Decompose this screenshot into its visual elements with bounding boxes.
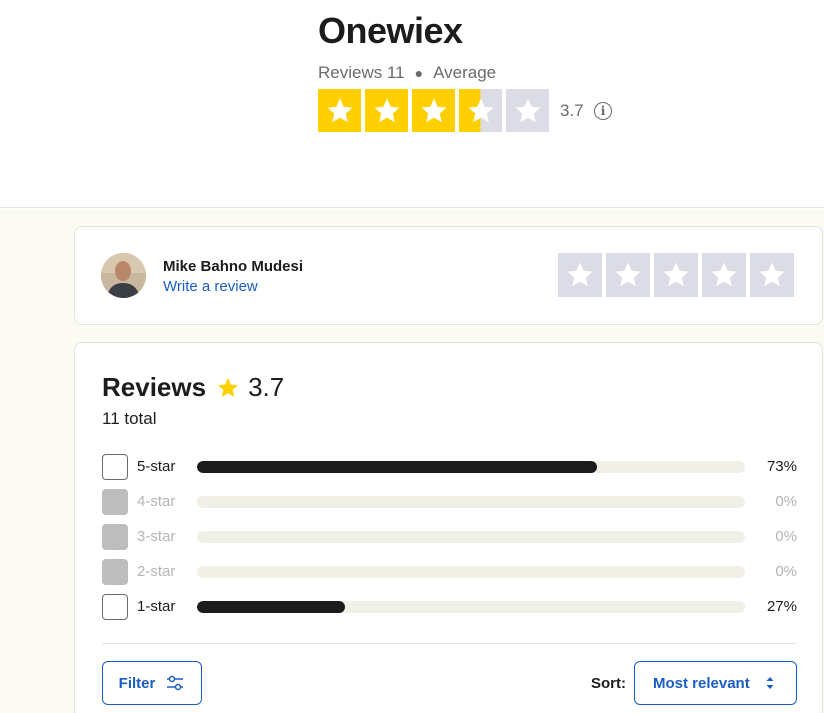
rating-label: 2-star — [137, 563, 176, 580]
rating-percent: 0% — [775, 563, 797, 580]
rating-label: 1-star — [137, 598, 176, 615]
rating-checkbox — [102, 559, 128, 585]
rating-row: 4-star 0% — [102, 489, 797, 515]
rating-bar-track — [197, 566, 745, 578]
sort-label: Sort: — [591, 675, 626, 692]
rating-row: 3-star 0% — [102, 524, 797, 550]
rate-star-2[interactable] — [606, 253, 650, 297]
review-summary: Reviews 11 ● Average — [318, 63, 496, 83]
rating-row[interactable]: 5-star 73% — [102, 454, 797, 480]
rating-percent: 27% — [766, 598, 797, 615]
reviews-title: Reviews — [102, 372, 207, 402]
rating-row[interactable]: 1-star 27% — [102, 594, 797, 620]
rating-input-stars[interactable] — [558, 253, 794, 297]
trust-star-2 — [365, 89, 408, 132]
avatar — [101, 253, 146, 298]
trust-star-1 — [318, 89, 361, 132]
star-icon — [567, 262, 593, 287]
rating-checkbox — [102, 489, 128, 515]
star-icon — [759, 262, 785, 287]
reviews-total: 11 total — [102, 409, 157, 428]
star-icon — [327, 98, 352, 122]
sort-arrows-icon — [766, 676, 774, 690]
trust-score-stars — [318, 89, 549, 132]
star-icon — [711, 262, 737, 287]
rate-star-1[interactable] — [558, 253, 602, 297]
rating-checkbox[interactable] — [102, 594, 128, 620]
write-review-card: Mike Bahno Mudesi Write a review — [74, 226, 823, 325]
trust-star-3 — [412, 89, 455, 132]
sliders-icon — [167, 675, 184, 691]
review-count[interactable]: Reviews 11 — [318, 63, 405, 83]
star-icon — [663, 262, 689, 287]
rate-star-5[interactable] — [750, 253, 794, 297]
star-icon — [218, 377, 239, 397]
write-review-link[interactable]: Write a review — [163, 278, 258, 295]
rating-percent: 0% — [775, 528, 797, 545]
rating-word: Average — [433, 63, 497, 82]
filter-label: Filter — [118, 674, 156, 692]
rating-percent: 73% — [766, 458, 797, 475]
star-icon — [468, 98, 493, 122]
rating-bar-track — [197, 496, 745, 508]
sort-value: Most relevant — [653, 674, 750, 692]
star-icon — [421, 98, 446, 122]
divider — [102, 643, 797, 644]
rate-star-4[interactable] — [702, 253, 746, 297]
separator-dot: ● — [414, 65, 424, 81]
star-icon — [615, 262, 641, 287]
rating-checkbox — [102, 524, 128, 550]
reviews-summary-card: Reviews 3.7 11 total 5-star 73% 4-star 0% 3-… — [74, 342, 823, 713]
company-header: Onewiex Reviews 11 ● Average 3.7 i — [0, 0, 824, 208]
rating-checkbox[interactable] — [102, 454, 128, 480]
rating-label: 5-star — [137, 458, 176, 475]
filter-button[interactable]: Filter — [102, 661, 202, 705]
trust-star-4 — [459, 89, 502, 132]
info-icon[interactable]: i — [594, 102, 612, 120]
sort-dropdown[interactable]: Most relevant — [634, 661, 797, 705]
rating-bar-track — [197, 601, 745, 613]
company-name: Onewiex — [318, 10, 463, 51]
rating-label: 3-star — [137, 528, 176, 545]
user-name: Mike Bahno Mudesi — [163, 258, 304, 275]
rating-label: 4-star — [137, 493, 176, 510]
trust-star-5 — [506, 89, 549, 132]
rating-bar-track — [197, 531, 745, 543]
star-icon — [374, 98, 399, 122]
rating-bar-fill — [197, 601, 345, 613]
trust-score-value: 3.7 — [560, 101, 584, 120]
reviews-heading: Reviews 3.7 — [102, 372, 284, 403]
rating-bar-fill — [197, 461, 598, 473]
rating-percent: 0% — [775, 493, 797, 510]
star-icon — [515, 98, 540, 122]
rating-row: 2-star 0% — [102, 559, 797, 585]
rating-bar-track — [197, 461, 745, 473]
rate-star-3[interactable] — [654, 253, 698, 297]
reviews-rating: 3.7 — [248, 372, 285, 402]
